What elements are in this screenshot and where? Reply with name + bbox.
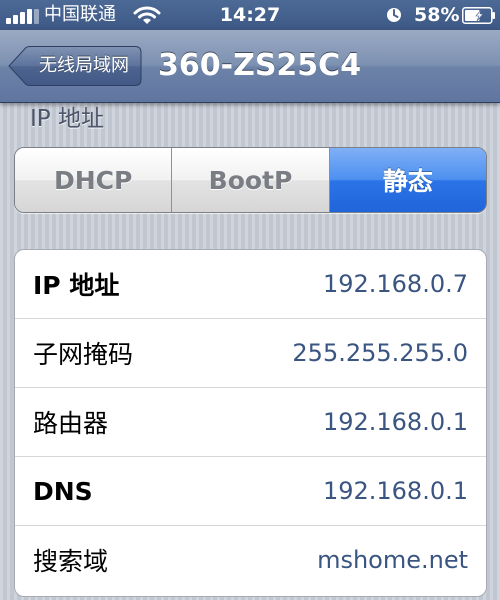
row-label: 路由器 [33,409,109,438]
segment-bootp[interactable]: BootP [171,148,329,212]
ip-settings-table: IP 地址 192.168.0.7 子网掩码 255.255.255.0 路由器… [14,249,487,597]
back-button-label: 无线局域网 [39,55,129,76]
segment-dhcp[interactable]: DHCP [15,148,172,212]
row-label: 搜索域 [33,547,109,576]
row-search-domain[interactable]: 搜索域 mshome.net [15,526,486,594]
section-header: IP 地址 [30,106,104,132]
row-dns[interactable]: DNS 192.168.0.1 [15,457,486,526]
segment-static[interactable]: 静态 [328,148,486,212]
row-router[interactable]: 路由器 192.168.0.1 [15,388,486,457]
row-label: 子网掩码 [33,340,134,369]
row-value: 192.168.0.1 [322,477,468,505]
row-ip-address[interactable]: IP 地址 192.168.0.7 [15,250,486,319]
battery-percentage: 58% [414,4,460,26]
rotation-lock-icon [387,8,401,22]
row-label: DNS [33,476,93,506]
navigation-bar: 无线局域网 360-ZS25C4 [0,30,500,103]
status-bar: 中国联通 14:27 58% [0,0,500,30]
row-value: 192.168.0.1 [322,408,468,436]
row-value: mshome.net [317,546,468,574]
row-subnet-mask[interactable]: 子网掩码 255.255.255.0 [15,319,486,388]
battery-icon [462,7,495,24]
row-label: IP 地址 [33,271,120,300]
ip-mode-segmented-control: DHCP BootP 静态 [14,147,487,213]
back-button[interactable]: 无线局域网 [8,46,142,86]
page-title: 360-ZS25C4 [158,48,362,83]
row-value: 255.255.255.0 [292,339,468,367]
row-value: 192.168.0.7 [322,270,468,298]
